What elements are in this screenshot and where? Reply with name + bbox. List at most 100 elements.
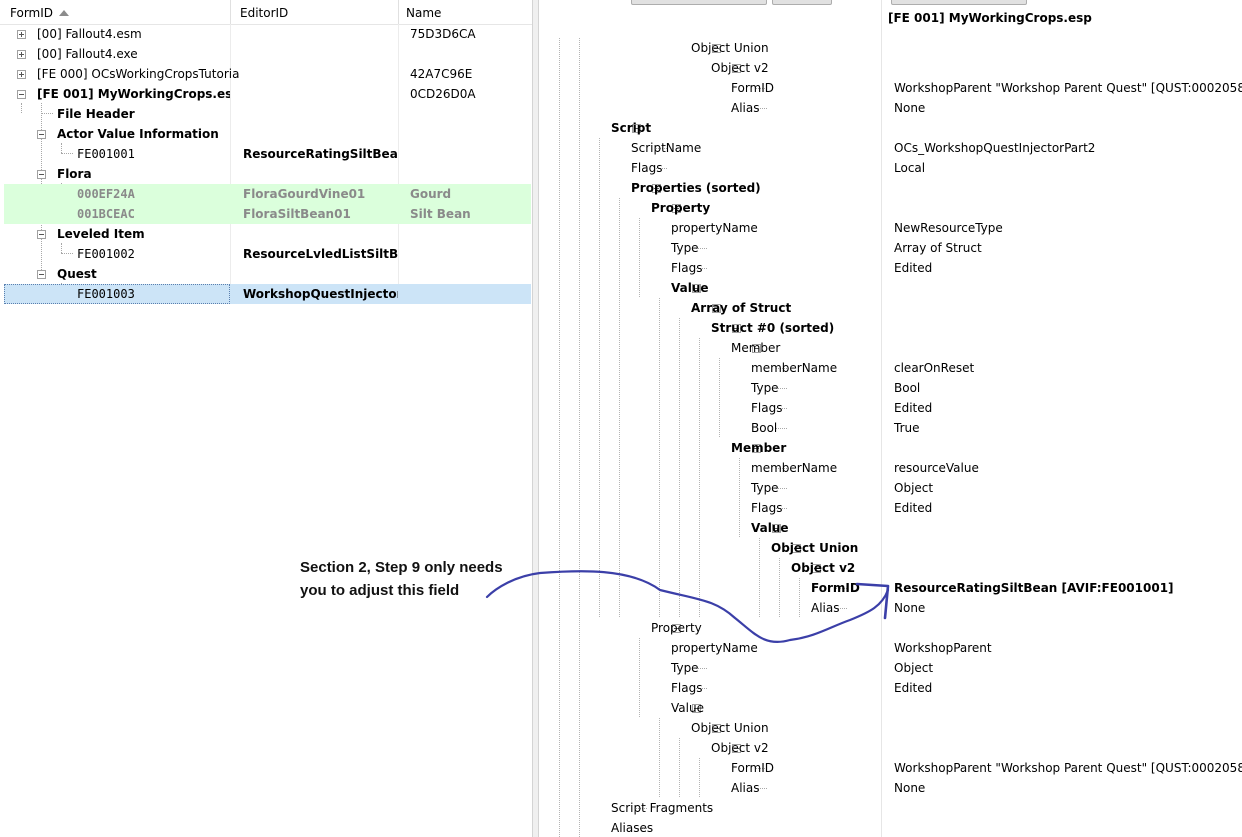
record-field-row[interactable]: Member [539,338,1242,358]
record-field-row[interactable]: Member [539,438,1242,458]
field-label: Script Fragments [611,801,714,815]
record-field-row[interactable]: Struct #0 (sorted) [539,318,1242,338]
tree-row-group[interactable]: File Header [4,104,531,124]
record-field-row[interactable]: memberName resourceValue [539,458,1242,478]
formid-cell: Quest [57,267,97,281]
field-label: Alias [731,781,760,795]
field-value: Bool [894,381,921,395]
field-label: Flags [751,401,783,415]
field-value: Edited [894,681,933,695]
field-value: OCs_WorkshopQuestInjectorPart2 [894,141,1096,155]
field-label: Value [751,521,789,535]
tree-row-plugin[interactable]: [FE 000] OCsWorkingCropsTutorial.esp 42A… [4,64,531,84]
tree-row-record-override[interactable]: 001BCEAC FloraSiltBean01 Silt Bean [4,204,531,224]
record-tree-pane: FormID EditorID Name [00] Fallout4.esm 7… [0,0,532,837]
name-cell: Gourd [410,187,452,201]
record-field-row[interactable]: Object v2 [539,558,1242,578]
record-field-row[interactable]: propertyName NewResourceType [539,218,1242,238]
record-field-row[interactable]: Bool True [539,418,1242,438]
record-field-row[interactable]: FormID WorkshopParent "Workshop Parent Qu… [539,78,1242,98]
record-field-row[interactable]: FormID ResourceRatingSiltBean [AVIF:FE001… [539,578,1242,598]
record-field-row[interactable]: Type Object [539,478,1242,498]
tree-row-plugin[interactable]: [FE 001] MyWorkingCrops.esp 0CD26D0A [4,84,531,104]
annotation-line: Section 2, Step 9 only needs [300,559,503,576]
formid-cell: Flora [57,167,92,181]
record-field-row[interactable]: propertyName WorkshopParent [539,638,1242,658]
tree-row-plugin[interactable]: [00] Fallout4.esm 75D3D6CA [4,24,531,44]
name-cell: 42A7C96E [410,67,473,81]
record-field-row[interactable]: Value [539,698,1242,718]
record-field-row[interactable]: Flags Local [539,158,1242,178]
record-field-row[interactable]: Type Array of Struct [539,238,1242,258]
field-label: memberName [751,461,838,475]
record-field-row[interactable]: Script Fragments [539,798,1242,818]
field-label: Type [671,241,699,255]
formid-cell: [FE 001] MyWorkingCrops.esp [37,87,230,101]
formid-cell: Actor Value Information [57,127,219,141]
record-field-row[interactable]: Alias None [539,598,1242,618]
field-value: WorkshopParent [894,641,992,655]
field-label: Object v2 [791,561,856,575]
tree-row-group[interactable]: Actor Value Information [4,124,531,144]
field-label: Array of Struct [691,301,792,315]
record-field-row[interactable]: Object Union [539,538,1242,558]
record-field-row[interactable]: Object v2 [539,738,1242,758]
tree-header: FormID EditorID Name [0,0,532,25]
editorid-cell: ResourceLvledListSiltBean [243,247,398,261]
pane-splitter[interactable] [532,0,539,837]
record-field-row[interactable]: memberName clearOnReset [539,358,1242,378]
record-field-row[interactable]: FormID WorkshopParent "Workshop Parent Qu… [539,758,1242,778]
tree-row-record[interactable]: FE001001 ResourceRatingSiltBean [4,144,531,164]
field-label: Flags [631,161,663,175]
record-field-row[interactable]: Properties (sorted) [539,178,1242,198]
record-field-row[interactable]: Object Union [539,38,1242,58]
field-label: Object v2 [711,741,769,755]
editorid-cell: FloraSiltBean01 [243,207,351,221]
field-label: Flags [751,501,783,515]
formid-cell: [FE 000] OCsWorkingCropsTutorial.esp [37,67,240,81]
field-label: Value [671,701,704,715]
record-field-row[interactable]: Aliases [539,818,1242,837]
record-field-row[interactable]: Value [539,518,1242,538]
field-value: clearOnReset [894,361,975,375]
record-field-row[interactable]: Type Object [539,658,1242,678]
tree-row-record-selected[interactable]: FE001003 WorkshopQuestInjector [4,284,531,304]
column-header-name[interactable]: Name [396,0,532,24]
formid-cell: FE001003 [4,284,230,304]
field-label: Object Union [771,541,859,555]
record-field-row[interactable]: Type Bool [539,378,1242,398]
field-value: Edited [894,401,933,415]
tree-row-record[interactable]: FE001002 ResourceLvledListSiltBean [4,244,531,264]
column-header-editorid[interactable]: EditorID [230,0,398,24]
formid-cell: 001BCEAC [77,207,135,221]
record-field-row[interactable]: Object Union [539,718,1242,738]
record-field-row[interactable]: ScriptName OCs_WorkshopQuestInjectorPart2 [539,138,1242,158]
record-field-row[interactable]: Script [539,118,1242,138]
tree-row-plugin[interactable]: [00] Fallout4.exe [4,44,531,64]
field-label: Member [731,441,787,455]
record-field-row[interactable]: Flags Edited [539,498,1242,518]
field-value[interactable]: ResourceRatingSiltBean [AVIF:FE001001] [894,578,1174,598]
field-label: Alias [811,601,840,615]
tree-row-group[interactable]: Quest [4,264,531,284]
name-cell: 75D3D6CA [410,27,476,41]
record-field-row[interactable]: Value [539,278,1242,298]
toolbar-button[interactable] [891,0,1027,5]
record-field-row[interactable]: Flags Edited [539,398,1242,418]
record-field-row[interactable]: Alias None [539,98,1242,118]
record-field-row[interactable]: Object v2 [539,58,1242,78]
record-field-row[interactable]: Flags Edited [539,678,1242,698]
record-field-row[interactable]: Flags Edited [539,258,1242,278]
tree-row-group[interactable]: Flora [4,164,531,184]
field-value: WorkshopParent "Workshop Parent Quest" [… [894,761,1242,775]
column-header-formid[interactable]: FormID [0,0,230,24]
field-label: Property [651,201,711,215]
sort-ascending-icon [59,10,70,16]
tree-row-group[interactable]: Leveled Item [4,224,531,244]
record-field-row[interactable]: Property [539,198,1242,218]
record-field-row[interactable]: Alias None [539,778,1242,798]
record-field-row[interactable]: Array of Struct [539,298,1242,318]
record-field-row[interactable]: Property [539,618,1242,638]
field-value: None [894,781,926,795]
tree-row-record-override[interactable]: 000EF24A FloraGourdVine01 Gourd [4,184,531,204]
